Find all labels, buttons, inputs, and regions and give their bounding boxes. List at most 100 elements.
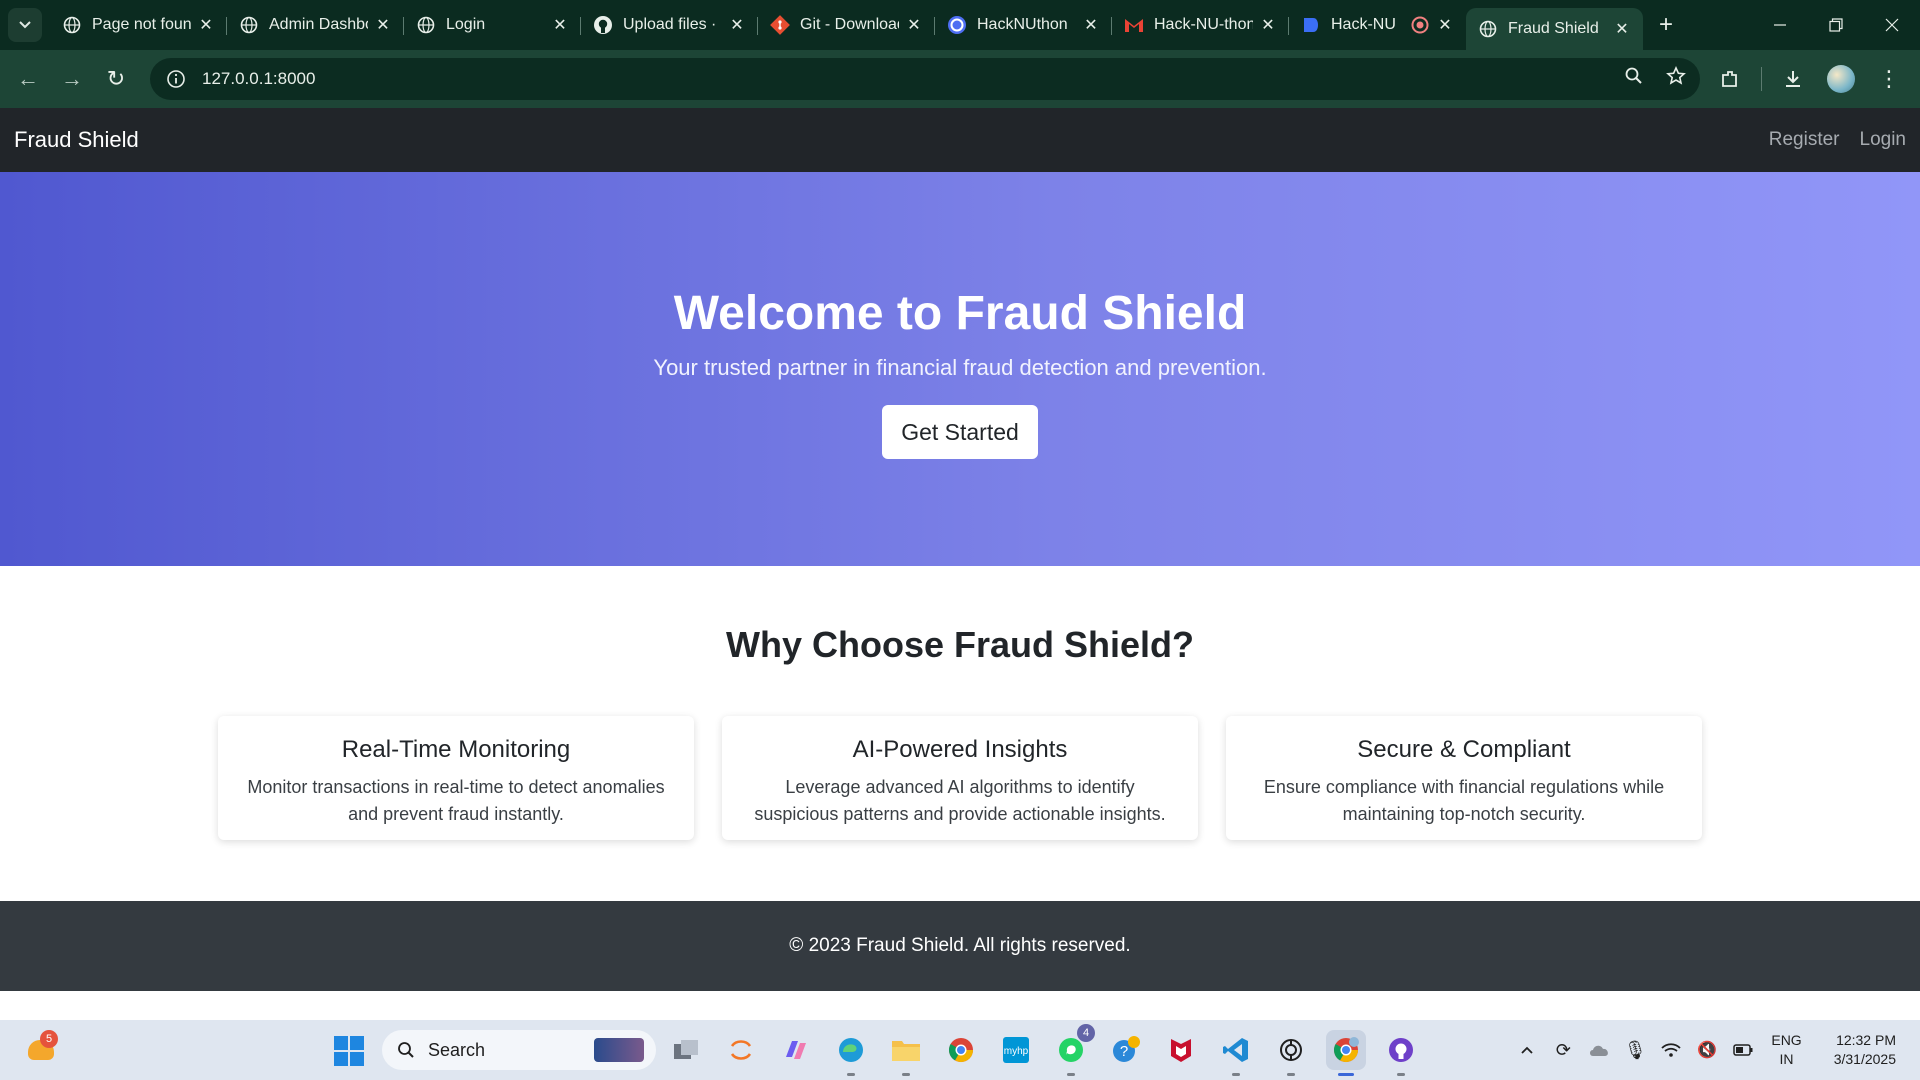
- weather-badge: 5: [40, 1030, 58, 1048]
- new-tab-button[interactable]: +: [1649, 8, 1683, 42]
- close-window-button[interactable]: [1864, 0, 1920, 50]
- whatsapp-app[interactable]: 4: [1051, 1024, 1095, 1076]
- chrome-app[interactable]: [941, 1030, 981, 1070]
- edge-icon: [839, 1038, 863, 1062]
- zoom-icon[interactable]: [1624, 66, 1644, 91]
- tab-title: Upload files ·: [623, 16, 717, 33]
- close-icon[interactable]: ✕: [1613, 19, 1631, 39]
- clock[interactable]: 12:32 PM 3/31/2025: [1834, 1031, 1896, 1069]
- get-started-button[interactable]: Get Started: [882, 405, 1038, 459]
- github-desktop-app[interactable]: [1381, 1030, 1421, 1076]
- address-bar-actions: [1624, 66, 1686, 91]
- tab-title: Hack-NU-thon: [1154, 16, 1253, 33]
- file-explorer-app[interactable]: [886, 1030, 926, 1076]
- gmail-icon: [1124, 15, 1144, 35]
- chevron-up-icon: [1521, 1046, 1533, 1054]
- restore-button[interactable]: [1808, 0, 1864, 50]
- menu-button[interactable]: ⋮: [1872, 62, 1906, 96]
- globe-icon: [62, 15, 82, 35]
- hacknuthon-icon: [947, 15, 967, 35]
- register-link[interactable]: Register: [1769, 129, 1840, 151]
- puzzle-icon: [1722, 71, 1737, 87]
- address-bar[interactable]: 127.0.0.1:8000: [150, 58, 1700, 100]
- globe-icon: [1478, 19, 1498, 39]
- bookmark-star-icon[interactable]: [1666, 66, 1686, 91]
- site-info-icon[interactable]: [164, 67, 188, 91]
- close-icon[interactable]: ✕: [374, 15, 392, 35]
- site-brand[interactable]: Fraud Shield: [14, 127, 139, 153]
- forward-button[interactable]: →: [50, 57, 94, 101]
- tab-title: Admin Dashboard: [269, 16, 368, 33]
- get-help-app[interactable]: ?: [1106, 1030, 1146, 1070]
- tab-page-not-found[interactable]: Page not found ✕: [50, 7, 227, 43]
- onedrive-tray-button[interactable]: [1581, 1032, 1617, 1068]
- hero-subtitle: Your trusted partner in financial fraud …: [653, 355, 1267, 380]
- sync-icon: ⟳: [1555, 1039, 1571, 1060]
- chatgpt-app[interactable]: [1271, 1030, 1311, 1076]
- profile-button[interactable]: [1824, 62, 1858, 96]
- close-icon[interactable]: ✕: [1436, 15, 1454, 35]
- jupyter-app[interactable]: [721, 1030, 761, 1070]
- task-view-icon: [674, 1040, 698, 1059]
- tab-fraud-shield[interactable]: Fraud Shield ✕: [1466, 8, 1643, 50]
- wifi-tray-button[interactable]: [1653, 1032, 1689, 1068]
- toolbar-divider: [1761, 67, 1762, 91]
- back-arrow-icon: ←: [17, 66, 39, 91]
- hero-section: Welcome to Fraud Shield Your trusted par…: [0, 172, 1920, 566]
- close-icon[interactable]: ✕: [1259, 15, 1277, 35]
- copilot-icon: [786, 1041, 806, 1059]
- close-icon[interactable]: ✕: [905, 15, 923, 35]
- microphone-tray-button[interactable]: 🎙: [1617, 1032, 1653, 1068]
- taskbar-apps: myhp 4 ?: [666, 1024, 1421, 1076]
- reload-button[interactable]: ↻: [94, 57, 138, 101]
- weather-widget[interactable]: 5: [24, 1030, 58, 1068]
- chrome-icon: [1333, 1037, 1359, 1063]
- close-icon[interactable]: ✕: [728, 15, 746, 35]
- mcafee-app[interactable]: [1161, 1030, 1201, 1070]
- restore-icon: [1829, 18, 1843, 32]
- start-button[interactable]: [334, 1036, 364, 1066]
- tab-upload-files[interactable]: Upload files · ✕: [581, 7, 758, 43]
- tab-search-button[interactable]: [8, 8, 42, 42]
- task-view-button[interactable]: [666, 1030, 706, 1070]
- show-hidden-icons-button[interactable]: [1509, 1032, 1545, 1068]
- tab-login[interactable]: Login ✕: [404, 7, 581, 43]
- tab-title: Login: [446, 16, 486, 33]
- edge-app[interactable]: [831, 1030, 871, 1076]
- language-indicator[interactable]: ENG IN: [1771, 1031, 1801, 1069]
- tab-admin-dashboard[interactable]: Admin Dashboard ✕: [227, 7, 404, 43]
- sync-tray-button[interactable]: ⟳: [1545, 1032, 1581, 1068]
- myhp-app[interactable]: myhp: [996, 1030, 1036, 1070]
- docs-icon: [1301, 15, 1321, 35]
- login-link[interactable]: Login: [1860, 129, 1907, 151]
- close-icon[interactable]: ✕: [197, 15, 215, 35]
- tab-title: Fraud Shield: [1508, 20, 1599, 37]
- back-button[interactable]: ←: [6, 57, 50, 101]
- nav-links: Register Login: [1769, 129, 1906, 151]
- running-indicator: [1287, 1073, 1295, 1076]
- running-indicator: [1067, 1073, 1075, 1076]
- downloads-button[interactable]: [1776, 62, 1810, 96]
- vscode-app[interactable]: [1216, 1030, 1256, 1076]
- feature-card-secure-compliant: Secure & Compliant Ensure compliance wit…: [1226, 716, 1702, 840]
- extensions-button[interactable]: [1713, 62, 1747, 96]
- windows-logo-pane: [334, 1052, 348, 1066]
- minimize-button[interactable]: [1752, 0, 1808, 50]
- battery-tray-button[interactable]: [1725, 1032, 1761, 1068]
- close-icon[interactable]: ✕: [1082, 15, 1100, 35]
- volume-tray-button[interactable]: 🔇: [1689, 1032, 1725, 1068]
- close-icon[interactable]: ✕: [551, 15, 569, 35]
- tab-hack-nu-docs[interactable]: Hack-NU ✕: [1289, 7, 1466, 43]
- close-icon: [1885, 18, 1899, 32]
- search-placeholder: Search: [428, 1039, 486, 1060]
- chatgpt-icon: [1280, 1039, 1302, 1061]
- tab-gmail[interactable]: Hack-NU-thon ✕: [1112, 7, 1289, 43]
- url-text: 127.0.0.1:8000: [202, 69, 316, 88]
- browser-tab-strip: Page not found ✕ Admin Dashboard ✕ Login…: [0, 0, 1920, 50]
- tab-git-downloads[interactable]: Git - Downloads ✕: [758, 7, 935, 43]
- chrome-profile-app[interactable]: [1326, 1030, 1366, 1076]
- tab-hacknuthon[interactable]: HackNUthon ✕: [935, 7, 1112, 43]
- vscode-icon: [1223, 1038, 1248, 1062]
- taskbar-search[interactable]: Search: [382, 1030, 656, 1070]
- copilot-app[interactable]: [776, 1030, 816, 1070]
